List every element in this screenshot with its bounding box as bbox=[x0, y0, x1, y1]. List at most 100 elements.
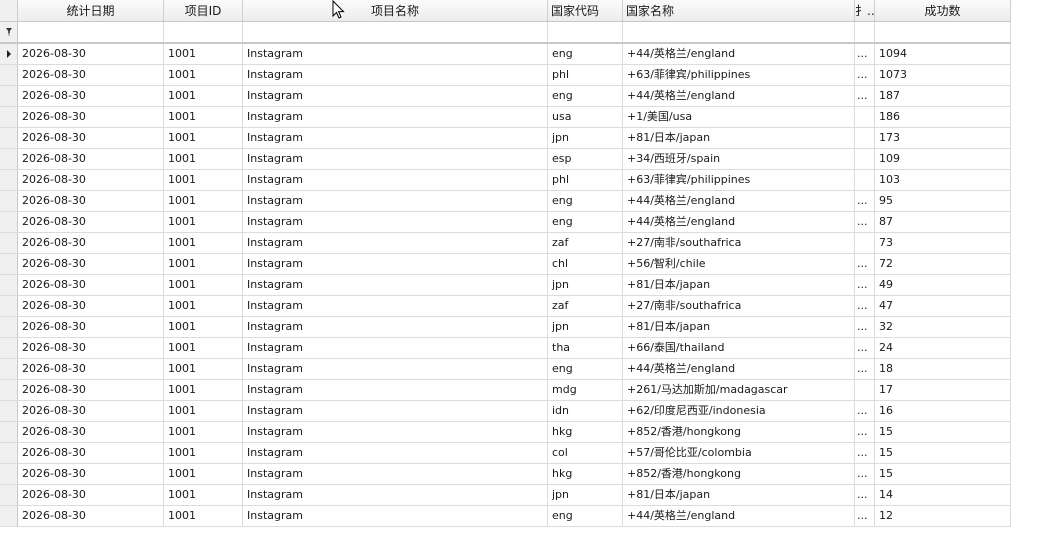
table-row[interactable]: 2026-08-30 1001 Instagram phl +63/菲律宾/philip… bbox=[0, 170, 1011, 191]
cell-date[interactable]: 2026-08-30 bbox=[18, 401, 164, 421]
cell-country-code[interactable]: jpn bbox=[548, 485, 623, 505]
cell-country-name[interactable]: +62/印度尼西亚/indonesia bbox=[623, 401, 855, 421]
cell-country-name[interactable]: +27/南非/southafrica bbox=[623, 233, 855, 253]
cell-country-name[interactable]: +57/哥伦比亚/colombia bbox=[623, 443, 855, 463]
cell-project-name[interactable]: Instagram bbox=[243, 506, 548, 526]
table-row[interactable]: 2026-08-30 1001 Instagram jpn +81/日本/japan..… bbox=[0, 275, 1011, 296]
table-row[interactable]: 2026-08-30 1001 Instagram phl +63/菲律宾/philip… bbox=[0, 65, 1011, 86]
table-row[interactable]: 2026-08-30 1001 Instagram hkg +852/香港/hongko… bbox=[0, 422, 1011, 443]
cell-date[interactable]: 2026-08-30 bbox=[18, 443, 164, 463]
cell-truncated[interactable]: ... bbox=[855, 464, 875, 484]
cell-project-name[interactable]: Instagram bbox=[243, 44, 548, 64]
table-row[interactable]: 2026-08-30 1001 Instagram zaf +27/南非/southaf… bbox=[0, 296, 1011, 317]
cell-country-name[interactable]: +66/泰国/thailand bbox=[623, 338, 855, 358]
column-header-truncated[interactable]: 扌.. bbox=[855, 0, 875, 21]
cell-truncated[interactable]: ... bbox=[855, 422, 875, 442]
cell-truncated[interactable]: ... bbox=[855, 191, 875, 211]
column-header-country-code[interactable]: 国家代码 bbox=[548, 0, 623, 21]
cell-project-id[interactable]: 1001 bbox=[164, 296, 243, 316]
cell-success-count[interactable]: 47 bbox=[875, 296, 1011, 316]
cell-country-code[interactable]: usa bbox=[548, 107, 623, 127]
cell-country-code[interactable]: zaf bbox=[548, 296, 623, 316]
cell-date[interactable]: 2026-08-30 bbox=[18, 485, 164, 505]
cell-date[interactable]: 2026-08-30 bbox=[18, 296, 164, 316]
cell-country-code[interactable]: eng bbox=[548, 191, 623, 211]
cell-country-name[interactable]: +63/菲律宾/philippines bbox=[623, 65, 855, 85]
cell-truncated[interactable]: ... bbox=[855, 254, 875, 274]
cell-success-count[interactable]: 109 bbox=[875, 149, 1011, 169]
cell-country-code[interactable]: idn bbox=[548, 401, 623, 421]
cell-success-count[interactable]: 49 bbox=[875, 275, 1011, 295]
cell-project-name[interactable]: Instagram bbox=[243, 317, 548, 337]
cell-date[interactable]: 2026-08-30 bbox=[18, 65, 164, 85]
table-row[interactable]: 2026-08-30 1001 Instagram chl +56/智利/chile..… bbox=[0, 254, 1011, 275]
cell-project-name[interactable]: Instagram bbox=[243, 170, 548, 190]
cell-date[interactable]: 2026-08-30 bbox=[18, 149, 164, 169]
cell-success-count[interactable]: 173 bbox=[875, 128, 1011, 148]
filter-cell-country-code[interactable] bbox=[548, 22, 623, 42]
cell-truncated[interactable]: ... bbox=[855, 296, 875, 316]
row-indicator[interactable] bbox=[0, 128, 18, 148]
table-row[interactable]: 2026-08-30 1001 Instagram eng +44/英格兰/englan… bbox=[0, 191, 1011, 212]
cell-project-name[interactable]: Instagram bbox=[243, 380, 548, 400]
header-corner[interactable] bbox=[0, 0, 18, 21]
cell-truncated[interactable]: ... bbox=[855, 443, 875, 463]
cell-country-name[interactable]: +44/英格兰/england bbox=[623, 191, 855, 211]
table-row[interactable]: 2026-08-30 1001 Instagram esp +34/西班牙/spain 1… bbox=[0, 149, 1011, 170]
cell-date[interactable]: 2026-08-30 bbox=[18, 464, 164, 484]
cell-success-count[interactable]: 103 bbox=[875, 170, 1011, 190]
table-row[interactable]: 2026-08-30 1001 Instagram eng +44/英格兰/englan… bbox=[0, 359, 1011, 380]
cell-project-name[interactable]: Instagram bbox=[243, 443, 548, 463]
cell-country-name[interactable]: +44/英格兰/england bbox=[623, 212, 855, 232]
cell-date[interactable]: 2026-08-30 bbox=[18, 233, 164, 253]
row-indicator[interactable] bbox=[0, 464, 18, 484]
cell-date[interactable]: 2026-08-30 bbox=[18, 107, 164, 127]
cell-success-count[interactable]: 87 bbox=[875, 212, 1011, 232]
cell-project-id[interactable]: 1001 bbox=[164, 212, 243, 232]
table-row[interactable]: 2026-08-30 1001 Instagram col +57/哥伦比亚/colom… bbox=[0, 443, 1011, 464]
cell-project-name[interactable]: Instagram bbox=[243, 191, 548, 211]
cell-project-id[interactable]: 1001 bbox=[164, 506, 243, 526]
cell-country-name[interactable]: +63/菲律宾/philippines bbox=[623, 170, 855, 190]
cell-success-count[interactable]: 1073 bbox=[875, 65, 1011, 85]
cell-project-name[interactable]: Instagram bbox=[243, 422, 548, 442]
filter-cell-success-count[interactable] bbox=[875, 22, 1011, 42]
cell-project-name[interactable]: Instagram bbox=[243, 296, 548, 316]
cell-country-name[interactable]: +34/西班牙/spain bbox=[623, 149, 855, 169]
cell-success-count[interactable]: 15 bbox=[875, 464, 1011, 484]
column-header-country-name[interactable]: 国家名称 bbox=[623, 0, 855, 21]
cell-project-id[interactable]: 1001 bbox=[164, 443, 243, 463]
cell-country-code[interactable]: zaf bbox=[548, 233, 623, 253]
cell-success-count[interactable]: 17 bbox=[875, 380, 1011, 400]
filter-cell-country-name[interactable] bbox=[623, 22, 855, 42]
filter-cell-project-id[interactable] bbox=[164, 22, 243, 42]
row-indicator[interactable] bbox=[0, 401, 18, 421]
cell-country-name[interactable]: +44/英格兰/england bbox=[623, 359, 855, 379]
row-indicator[interactable] bbox=[0, 86, 18, 106]
row-indicator[interactable] bbox=[0, 149, 18, 169]
cell-truncated[interactable]: ... bbox=[855, 338, 875, 358]
cell-country-name[interactable]: +261/马达加斯加/madagascar bbox=[623, 380, 855, 400]
cell-date[interactable]: 2026-08-30 bbox=[18, 506, 164, 526]
cell-truncated[interactable]: ... bbox=[855, 275, 875, 295]
cell-date[interactable]: 2026-08-30 bbox=[18, 170, 164, 190]
cell-project-id[interactable]: 1001 bbox=[164, 317, 243, 337]
row-indicator[interactable] bbox=[0, 338, 18, 358]
cell-date[interactable]: 2026-08-30 bbox=[18, 191, 164, 211]
cell-country-name[interactable]: +852/香港/hongkong bbox=[623, 422, 855, 442]
row-indicator[interactable] bbox=[0, 275, 18, 295]
filter-cell-date[interactable] bbox=[18, 22, 164, 42]
cell-project-name[interactable]: Instagram bbox=[243, 254, 548, 274]
cell-truncated[interactable] bbox=[855, 107, 875, 127]
cell-project-name[interactable]: Instagram bbox=[243, 464, 548, 484]
column-header-success-count[interactable]: 成功数 bbox=[875, 0, 1011, 21]
cell-success-count[interactable]: 24 bbox=[875, 338, 1011, 358]
cell-truncated[interactable]: ... bbox=[855, 212, 875, 232]
cell-project-id[interactable]: 1001 bbox=[164, 170, 243, 190]
cell-country-name[interactable]: +81/日本/japan bbox=[623, 275, 855, 295]
table-row[interactable]: 2026-08-30 1001 Instagram eng +44/英格兰/englan… bbox=[0, 86, 1011, 107]
data-grid[interactable]: 统计日期 项目ID 项目名称 国家代码 国家名称 扌.. 成功数 2026-08… bbox=[0, 0, 1011, 527]
column-header-date[interactable]: 统计日期 bbox=[18, 0, 164, 21]
cell-project-name[interactable]: Instagram bbox=[243, 65, 548, 85]
row-indicator[interactable] bbox=[0, 485, 18, 505]
